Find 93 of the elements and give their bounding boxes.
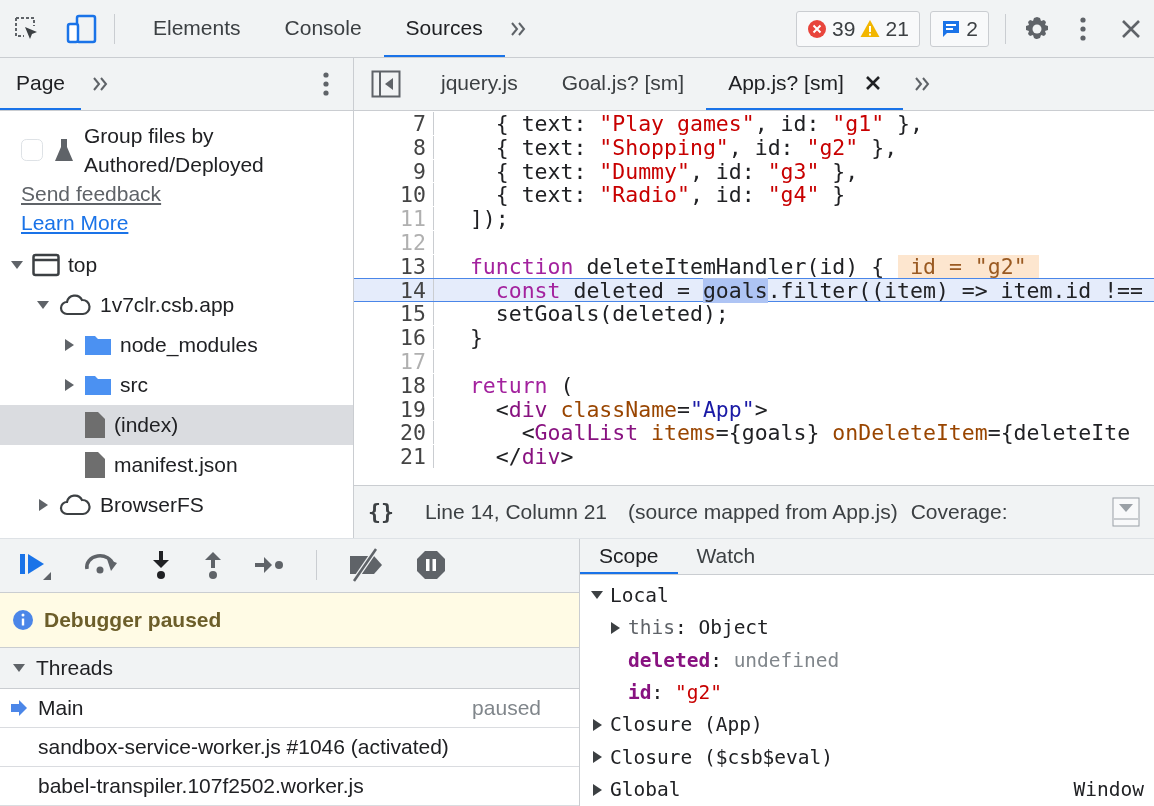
code-line: <div className="App"> [494, 397, 768, 421]
line-number: 16 [400, 325, 426, 351]
collapsed-triangle-icon[interactable] [62, 338, 76, 352]
message-icon [941, 18, 962, 39]
collapsed-triangle-icon[interactable] [590, 718, 604, 732]
scope-item[interactable]: Global Window [580, 773, 1154, 806]
collapsed-triangle-icon[interactable] [590, 750, 604, 765]
code-line: { text: "Radio", id: "g4" } [494, 183, 846, 207]
step-icon[interactable] [254, 555, 284, 576]
code-line: <GoalList items={goals} onDeleteItem={deleteIte [520, 421, 1131, 445]
source-file-link[interactable]: App.js [832, 500, 891, 524]
tree-item[interactable]: node_modules [0, 325, 353, 365]
coverage-label: Coverage: [910, 499, 1008, 526]
device-toggle-icon[interactable] [66, 12, 98, 45]
debugger-paused-message: Debugger paused [44, 607, 222, 634]
step-into-icon[interactable] [151, 550, 171, 581]
editor-tab[interactable]: jquery.js [419, 58, 540, 110]
panel-tab[interactable]: Console [262, 0, 384, 57]
more-options-icon[interactable] [321, 69, 331, 99]
pause-on-exceptions-icon[interactable] [415, 550, 446, 581]
scope-property[interactable]: id: "g2" [580, 676, 1154, 709]
line-number: 21 [400, 444, 426, 470]
tree-item[interactable]: (index) [0, 405, 353, 445]
tree-item[interactable]: 1v7clr.csb.app [0, 285, 353, 325]
source-map-text: (source mapped from App.js) [628, 499, 898, 526]
close-icon[interactable] [864, 75, 881, 91]
cursor-position: Line 14, Column 21 [424, 499, 607, 526]
sidebar-tab[interactable]: Watch [677, 539, 775, 575]
sidebar-tab[interactable]: Scope [580, 539, 678, 575]
scope-item[interactable]: Local [580, 579, 1154, 612]
messages-button[interactable]: 2 [930, 10, 989, 47]
scope-property[interactable]: this: Object [580, 611, 1154, 645]
line-number: 7 [413, 111, 426, 136]
inline-value: id = "g2" [898, 254, 1039, 278]
frame-icon [32, 253, 60, 277]
collapsed-triangle-icon[interactable] [608, 620, 622, 635]
line-number: 12 [400, 230, 426, 255]
cloud-icon [58, 493, 92, 517]
thread-item[interactable]: sandbox-service-worker.js #1046 (activated) [0, 728, 579, 767]
panel-tab[interactable]: Elements [131, 0, 263, 57]
line-number: 20 [400, 420, 426, 446]
editor-tab[interactable]: Goal.js? [sm] [539, 58, 707, 110]
scope-item[interactable]: Closure (App) [580, 708, 1154, 742]
tree-item[interactable]: manifest.json [0, 445, 353, 485]
code-line: { text: "Dummy", id: "g3" }, [494, 159, 859, 183]
code-line: { text: "Shopping", id: "g2" }, [494, 135, 898, 159]
deactivate-breakpoints-icon[interactable] [348, 548, 384, 583]
line-number: 9 [413, 158, 426, 184]
info-icon [12, 608, 34, 631]
file-icon [84, 411, 106, 439]
line-number: 11 [400, 206, 426, 232]
collapsed-triangle-icon[interactable] [62, 378, 76, 392]
group-files-label: Group files by Authored/Deployed [84, 123, 265, 178]
tree-item[interactable]: top [0, 245, 353, 285]
threads-section-header[interactable]: Threads [0, 648, 579, 690]
line-number: 13 [400, 253, 426, 279]
line-number: 14 [400, 277, 426, 303]
pretty-print-button[interactable]: {} [368, 499, 394, 525]
file-icon [84, 451, 106, 479]
line-number: 19 [400, 396, 426, 422]
code-line: function deleteItemHandler(id) { [468, 254, 885, 278]
group-files-checkbox[interactable] [21, 139, 43, 161]
line-number: 8 [413, 134, 426, 160]
code-line: setGoals(deleted); [494, 302, 729, 326]
error-icon [807, 18, 828, 39]
thread-item[interactable]: Main paused [0, 689, 579, 729]
code-line: } [468, 326, 483, 349]
editor-tab[interactable]: App.js? [sm] [706, 58, 903, 110]
flask-icon [53, 138, 74, 162]
code-line: return ( [468, 373, 574, 397]
code-line: const deleted = goals.filter((item) => item.id !== [494, 278, 1143, 302]
warning-icon [860, 18, 881, 39]
line-number: 15 [400, 301, 426, 327]
folder-icon [84, 333, 112, 357]
tree-item[interactable]: src [0, 365, 353, 405]
collapsed-triangle-icon[interactable] [36, 498, 50, 512]
send-feedback-link[interactable]: Send feedback [21, 179, 162, 208]
line-number: 17 [400, 348, 426, 374]
tree-item[interactable]: BrowserFS [0, 485, 353, 525]
line-number: 10 [400, 182, 426, 208]
learn-more-link[interactable]: Learn More [21, 208, 129, 237]
code-line: { text: "Play games", id: "g1" }, [494, 112, 923, 135]
code-line: ]); [468, 207, 509, 230]
code-line: </div> [494, 445, 574, 468]
scope-item[interactable]: Closure ($csb$eval) [580, 741, 1154, 774]
line-number: 18 [400, 372, 426, 398]
issues-button[interactable]: 39 21 [796, 10, 920, 47]
cloud-icon [58, 293, 92, 317]
collapsed-triangle-icon[interactable] [590, 782, 604, 797]
thread-item[interactable]: babel-transpiler.107f2502.worker.js [0, 767, 579, 806]
sidebar-toggle-icon[interactable] [371, 70, 401, 98]
scope-property[interactable]: deleted: undefined [580, 644, 1154, 677]
folder-icon [84, 373, 112, 397]
